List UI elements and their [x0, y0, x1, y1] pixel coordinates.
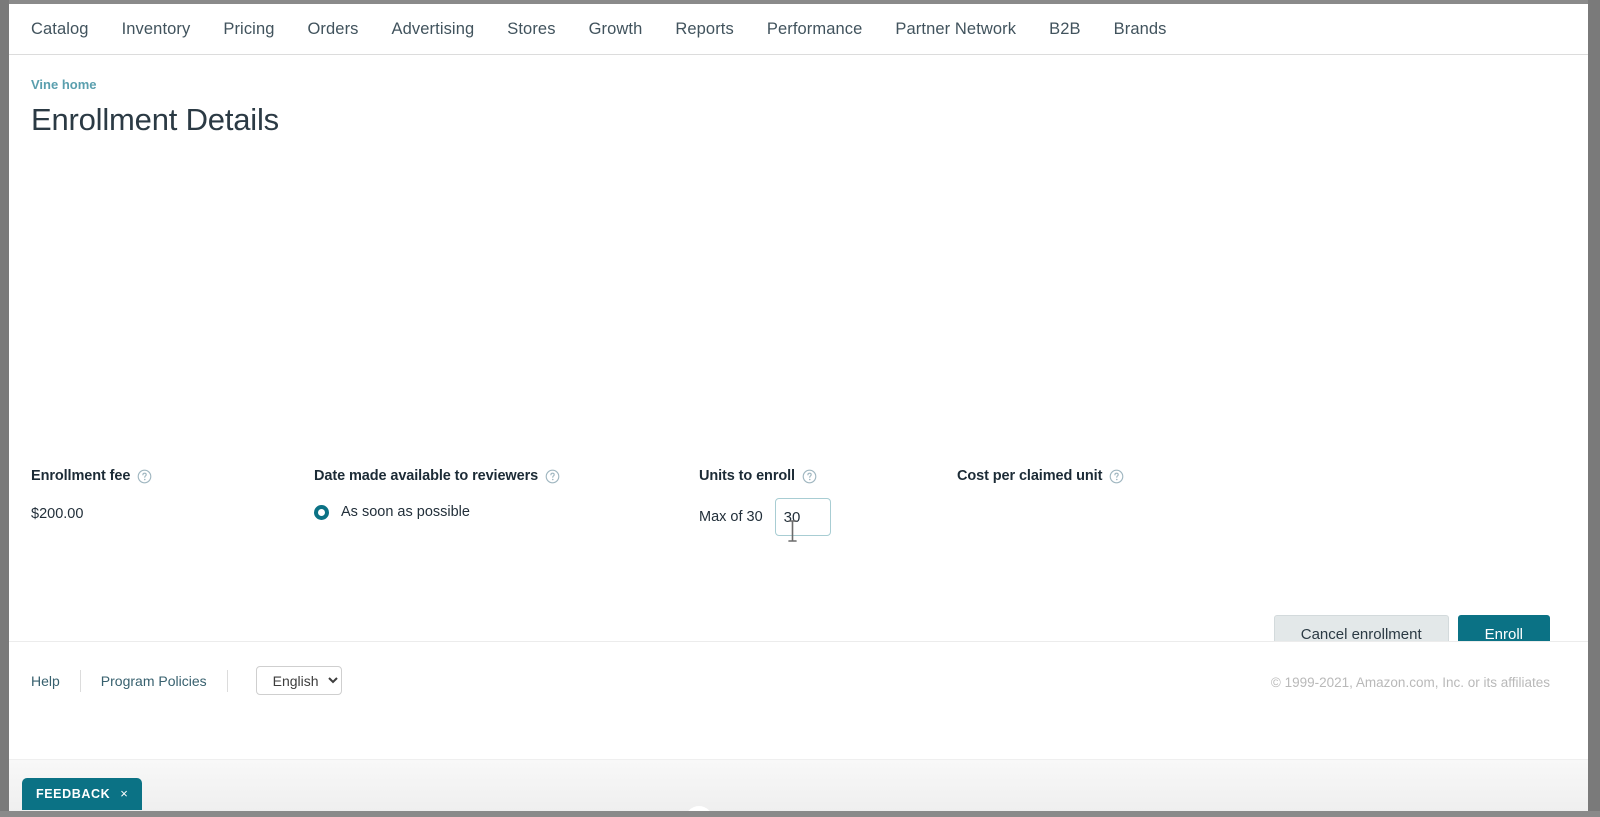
- nav-item-reports[interactable]: Reports: [675, 20, 733, 39]
- field-date-made-available: Date made available to reviewers As soon…: [314, 468, 699, 536]
- nav-item-growth[interactable]: Growth: [589, 20, 643, 39]
- field-label-date-made-available: Date made available to reviewers: [314, 468, 699, 484]
- field-label-units-to-enroll-text: Units to enroll: [699, 468, 795, 484]
- window-left-edge: [0, 0, 9, 817]
- field-label-date-made-available-text: Date made available to reviewers: [314, 468, 539, 484]
- footer-link-program-policies[interactable]: Program Policies: [101, 673, 207, 689]
- nav-item-inventory[interactable]: Inventory: [122, 20, 191, 39]
- nav-item-orders[interactable]: Orders: [308, 20, 359, 39]
- field-label-enrollment-fee-text: Enrollment fee: [31, 468, 131, 484]
- nav-item-stores[interactable]: Stores: [507, 20, 555, 39]
- browser-viewport: Catalog Inventory Pricing Orders Adverti…: [0, 0, 1600, 817]
- copyright-text: © 1999-2021, Amazon.com, Inc. or its aff…: [1270, 675, 1550, 690]
- close-icon[interactable]: ×: [120, 786, 128, 801]
- units-max-label: Max of 30: [699, 509, 763, 525]
- language-select[interactable]: English: [255, 666, 342, 695]
- feedback-tab-label[interactable]: FEEDBACK: [36, 787, 110, 801]
- units-to-enroll-input[interactable]: [774, 498, 831, 536]
- field-label-enrollment-fee: Enrollment fee: [31, 468, 314, 484]
- nav-item-pricing[interactable]: Pricing: [223, 20, 274, 39]
- feedback-tab[interactable]: FEEDBACK ×: [22, 778, 143, 810]
- radio-option-as-soon-as-possible[interactable]: As soon as possible: [314, 504, 699, 520]
- nav-item-b2b[interactable]: B2B: [1049, 20, 1081, 39]
- help-circle-icon[interactable]: [137, 469, 152, 484]
- nav-item-advertising[interactable]: Advertising: [392, 20, 475, 39]
- nav-item-catalog[interactable]: Catalog: [31, 20, 89, 39]
- main-content: Vine home Enrollment Details Enrollment …: [9, 55, 1588, 654]
- footer-link-help[interactable]: Help: [31, 673, 60, 689]
- page-footer: Help Program Policies English © 1999-202…: [9, 641, 1588, 759]
- help-circle-icon[interactable]: [1109, 469, 1124, 484]
- field-label-cost-per-claimed-unit: Cost per claimed unit: [957, 468, 1257, 484]
- field-units-to-enroll: Units to enroll Max of 30: [699, 468, 957, 536]
- footer-divider: [226, 669, 228, 692]
- field-cost-per-claimed-unit: Cost per claimed unit: [957, 468, 1257, 536]
- footer-divider: [79, 669, 81, 692]
- help-circle-icon[interactable]: [545, 469, 560, 484]
- field-enrollment-fee: Enrollment fee $200.00: [31, 468, 314, 536]
- field-label-cost-per-claimed-unit-text: Cost per claimed unit: [957, 468, 1103, 484]
- footer-links: Help Program Policies English: [9, 642, 1588, 702]
- page-root: Catalog Inventory Pricing Orders Adverti…: [9, 4, 1588, 817]
- breadcrumb-vine-home[interactable]: Vine home: [31, 55, 97, 92]
- radio-label-as-soon-as-possible[interactable]: As soon as possible: [341, 504, 470, 520]
- help-circle-icon[interactable]: [802, 469, 817, 484]
- window-bottom-edge: [0, 811, 1600, 817]
- field-label-units-to-enroll: Units to enroll: [699, 468, 957, 484]
- nav-item-brands[interactable]: Brands: [1114, 20, 1167, 39]
- window-right-edge: [1588, 0, 1600, 817]
- nav-item-performance[interactable]: Performance: [767, 20, 863, 39]
- top-navigation-bar: Catalog Inventory Pricing Orders Adverti…: [9, 4, 1588, 55]
- field-value-enrollment-fee: $200.00: [31, 506, 84, 522]
- nav-item-partner-network[interactable]: Partner Network: [895, 20, 1016, 39]
- bottom-strip: FEEDBACK ×: [9, 759, 1588, 817]
- radio-button-selected-icon[interactable]: [314, 504, 329, 520]
- units-input-row: Max of 30: [699, 498, 957, 536]
- page-title: Enrollment Details: [31, 102, 279, 137]
- enrollment-fields-row: Enrollment fee $200.00 Date made availab…: [31, 468, 1588, 542]
